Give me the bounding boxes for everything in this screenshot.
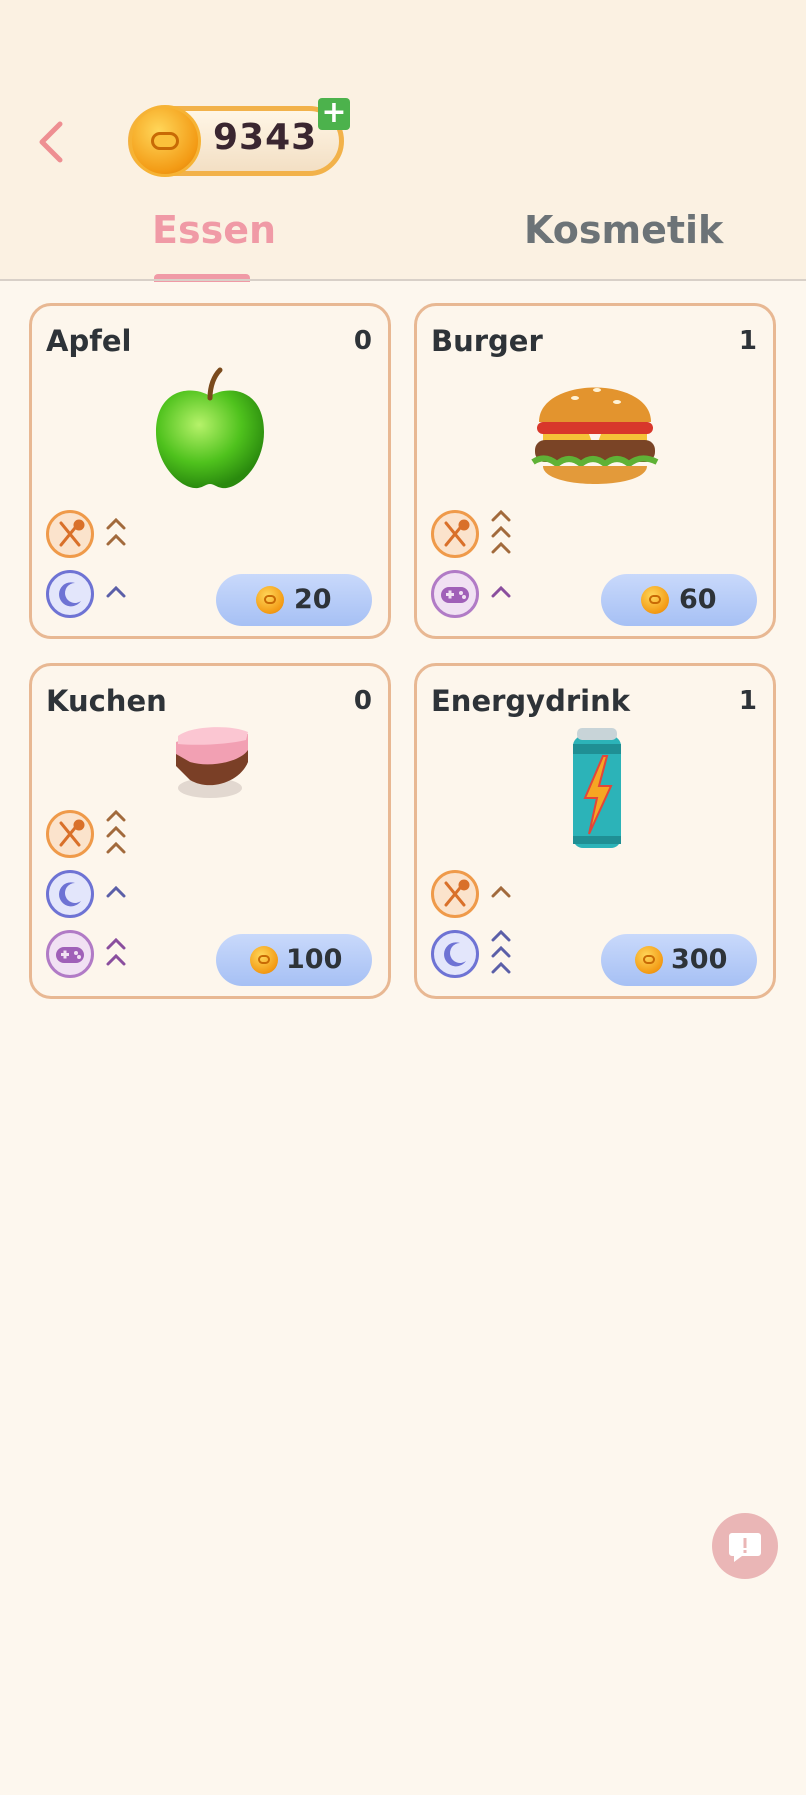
item-name: Apfel [46,324,132,358]
add-coins-button[interactable]: + [318,98,350,130]
moon-icon [46,870,94,918]
level-3-arrows [491,510,511,554]
stat-hunger [46,510,186,562]
price-label: 20 [294,584,332,615]
tabs-divider [0,279,806,281]
cake-slice-image [176,727,248,798]
moon-icon [46,570,94,618]
stat-sleep [46,570,186,622]
item-card-apfel[interactable]: Apfel 0 20 [29,303,391,639]
green-apple-image [156,367,264,489]
back-button[interactable] [30,110,74,174]
price-label: 300 [671,944,728,975]
fork-spoon-icon [46,510,94,558]
tab-essen[interactable]: Essen [152,208,276,252]
item-count: 1 [738,326,757,356]
buy-button[interactable]: 60 [601,574,757,626]
gamepad-icon [431,570,479,618]
item-card-kuchen[interactable]: Kuchen 0 100 [29,663,391,999]
feedback-icon [729,1533,761,1562]
moon-icon [431,930,479,978]
stat-sleep [46,870,186,922]
item-card-burger[interactable]: Burger 1 60 [414,303,776,639]
item-name: Kuchen [46,684,167,718]
plus-icon: + [321,95,347,130]
feedback-button[interactable] [712,1513,778,1579]
fork-spoon-icon [431,510,479,558]
tab-kosmetik[interactable]: Kosmetik [524,208,723,252]
item-name: Burger [431,324,543,358]
chevron-left-icon [39,121,63,163]
buy-button[interactable]: 300 [601,934,757,986]
coin-icon [635,946,663,974]
energy-drink-can-image [573,728,621,848]
level-3-arrows [106,810,126,854]
level-2-arrows [106,517,126,546]
fork-spoon-icon [46,810,94,858]
level-1-arrows [491,885,511,898]
stat-hunger [431,510,571,562]
coin-amount: 9343 [213,117,318,158]
coin-icon [641,586,669,614]
gamepad-icon [46,930,94,978]
fork-spoon-icon [431,870,479,918]
item-count: 1 [738,686,757,716]
stat-sleep [431,930,571,982]
coin-icon [250,946,278,974]
stat-fun [46,930,186,982]
stat-hunger [46,810,186,862]
stat-hunger [431,870,571,922]
level-1-arrows [491,585,511,598]
item-card-energydrink[interactable]: Energydrink 1 300 [414,663,776,999]
level-1-arrows [106,885,126,898]
buy-button[interactable]: 100 [216,934,372,986]
item-name: Energydrink [431,684,631,718]
level-3-arrows [491,930,511,974]
level-1-arrows [106,585,126,598]
buy-button[interactable]: 20 [216,574,372,626]
price-label: 60 [679,584,717,615]
burger-image [531,387,659,484]
level-2-arrows [106,937,126,966]
price-label: 100 [286,944,343,975]
coin-icon [256,586,284,614]
coin-balance: 9343 [128,105,344,177]
item-count: 0 [353,686,372,716]
item-count: 0 [353,326,372,356]
coin-icon [129,105,201,177]
stat-fun [431,570,571,622]
